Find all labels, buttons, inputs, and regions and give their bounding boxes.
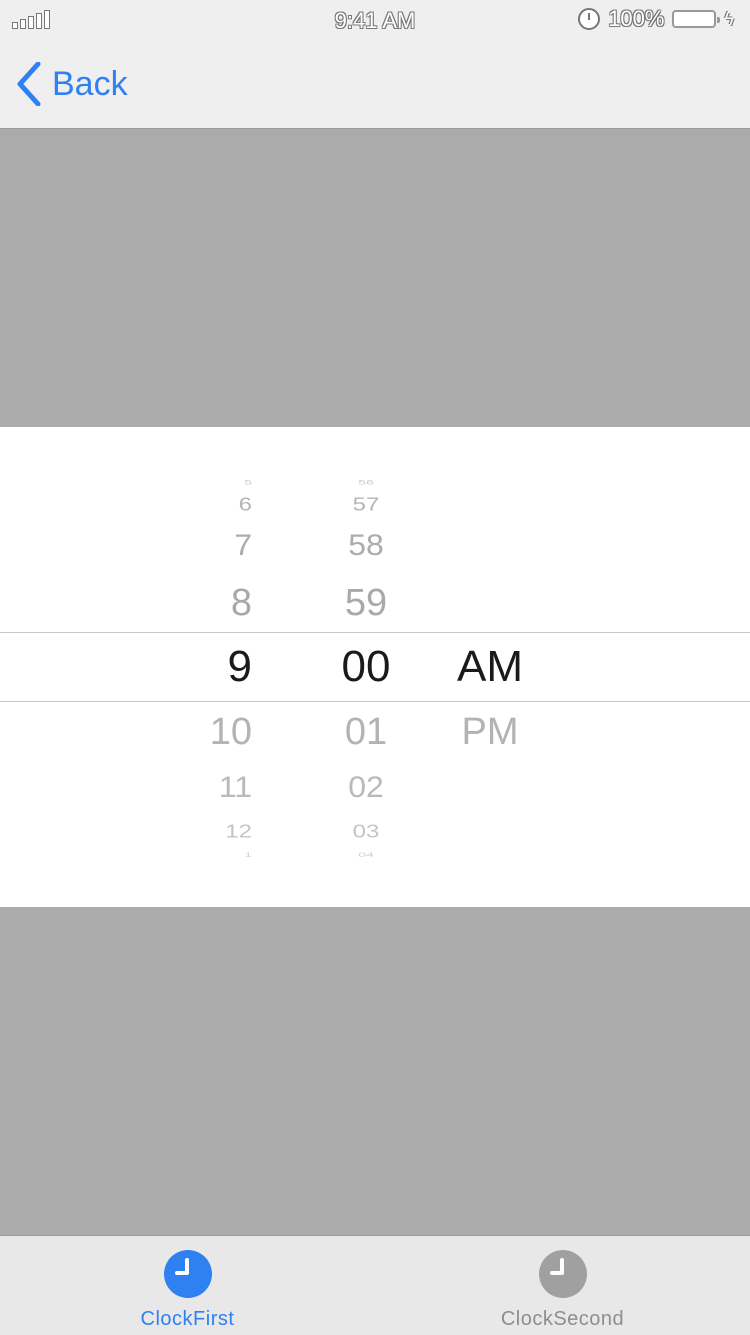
- minute-option[interactable]: 00: [296, 645, 436, 689]
- period-option[interactable]: PM: [420, 713, 560, 751]
- alarm-icon: [578, 8, 601, 30]
- tab-clock-second[interactable]: ClockSecond: [375, 1236, 750, 1335]
- hour-option[interactable]: 10: [142, 713, 252, 751]
- battery-percent: 100%: [608, 6, 665, 31]
- tab-label: ClockSecond: [500, 1308, 625, 1330]
- status-bar: 9:41 AM 100% ϟ: [0, 0, 750, 40]
- tab-label: ClockFirst: [140, 1308, 235, 1330]
- minute-option[interactable]: 57: [296, 496, 436, 514]
- navigation-bar: Back: [0, 40, 750, 129]
- back-button[interactable]: Back: [16, 62, 128, 106]
- back-label: Back: [52, 64, 128, 103]
- chevron-left-icon: [16, 62, 42, 106]
- hour-wheel[interactable]: 5 6 7 8 9 10 11 12 1: [142, 427, 282, 907]
- hour-option[interactable]: 6: [142, 496, 252, 514]
- minute-option[interactable]: 02: [296, 772, 436, 801]
- clock-icon: [538, 1250, 587, 1298]
- hour-option[interactable]: 7: [142, 530, 252, 559]
- hour-option[interactable]: 11: [142, 772, 252, 801]
- minute-wheel[interactable]: 56 57 58 59 00 01 02 03 04: [296, 427, 436, 907]
- tab-bar: ClockFirst ClockSecond: [0, 1235, 750, 1335]
- hour-option[interactable]: 9: [142, 645, 252, 689]
- status-right: 100% ϟ: [578, 6, 734, 32]
- battery-icon: [672, 10, 721, 28]
- clock-icon: [163, 1250, 212, 1298]
- minute-option[interactable]: 59: [296, 584, 436, 622]
- minute-option[interactable]: 04: [296, 852, 436, 858]
- tab-clock-first[interactable]: ClockFirst: [0, 1236, 375, 1335]
- hour-option[interactable]: 5: [142, 479, 252, 485]
- hour-option[interactable]: 1: [142, 852, 252, 858]
- hour-option[interactable]: 8: [142, 584, 252, 622]
- minute-option[interactable]: 58: [296, 530, 436, 559]
- time-picker[interactable]: 5 6 7 8 9 10 11 12 1 56 57 58 59 00 01 02 03 04 AM PM: [0, 427, 750, 907]
- minute-option[interactable]: 01: [296, 713, 436, 751]
- minute-option[interactable]: 03: [296, 823, 436, 841]
- period-option[interactable]: AM: [420, 645, 560, 689]
- charging-bolt-icon: ϟ: [724, 8, 734, 29]
- period-wheel[interactable]: AM PM: [420, 427, 560, 907]
- hour-option[interactable]: 12: [142, 823, 252, 841]
- minute-option[interactable]: 56: [296, 479, 436, 485]
